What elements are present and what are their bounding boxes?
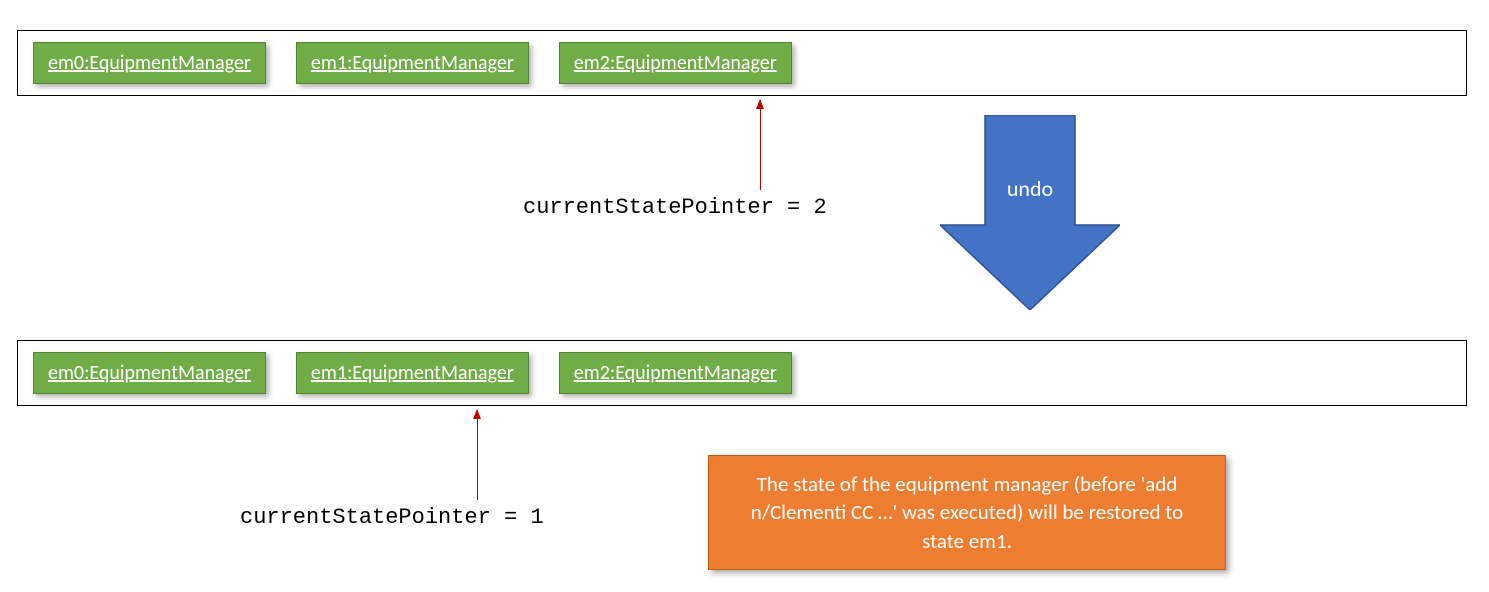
state-box-em2-bottom: em2:EquipmentManager	[559, 352, 792, 394]
undo-arrow: undo	[940, 115, 1120, 310]
state-box-em1-top: em1:EquipmentManager	[296, 42, 529, 84]
callout-box: The state of the equipment manager (befo…	[708, 455, 1226, 570]
state-box-em0-top: em0:EquipmentManager	[33, 42, 266, 84]
pointer-label-bottom: currentStatePointer = 1	[240, 505, 544, 530]
undo-label: undo	[940, 175, 1120, 202]
bottom-state-container: em0:EquipmentManager em1:EquipmentManage…	[17, 340, 1467, 406]
pointer-arrow-top	[760, 100, 761, 190]
top-state-container: em0:EquipmentManager em1:EquipmentManage…	[17, 30, 1467, 96]
pointer-arrow-bottom	[477, 410, 478, 500]
pointer-label-top: currentStatePointer = 2	[523, 195, 827, 220]
state-box-em1-bottom: em1:EquipmentManager	[296, 352, 529, 394]
state-box-em2-top: em2:EquipmentManager	[559, 42, 792, 84]
state-box-em0-bottom: em0:EquipmentManager	[33, 352, 266, 394]
